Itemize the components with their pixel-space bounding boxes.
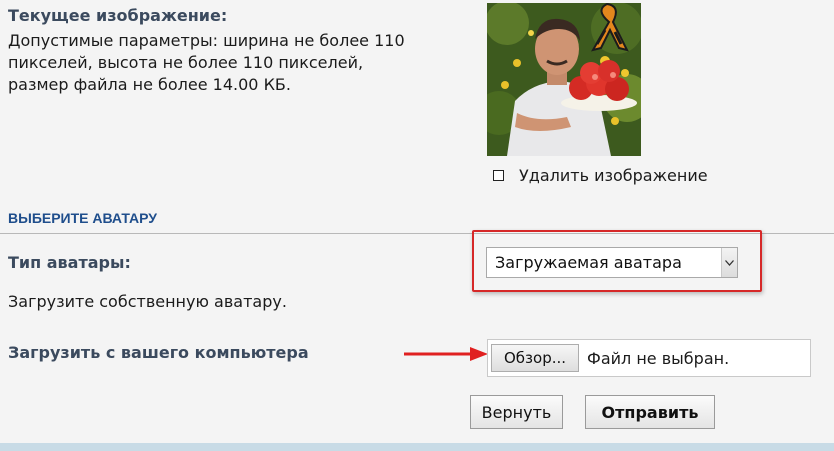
upload-label: Загрузить с вашего компьютера <box>8 343 309 362</box>
current-image-title: Текущее изображение: <box>8 6 228 25</box>
reset-button[interactable]: Вернуть <box>470 395 563 429</box>
image-requirements: Допустимые параметры: ширина не более 11… <box>8 30 478 96</box>
delete-image-checkbox[interactable] <box>493 170 504 181</box>
chevron-down-icon[interactable] <box>721 248 737 277</box>
requirements-line: размер файла не более 14.00 КБ. <box>8 75 291 94</box>
red-arrow-right-icon <box>402 344 492 364</box>
section-title: ВЫБЕРИТЕ АВАТАРУ <box>8 210 157 226</box>
avatar-type-label: Тип аватары: <box>8 253 131 272</box>
submit-button[interactable]: Отправить <box>585 395 715 429</box>
avatar-type-select[interactable]: Загружаемая аватара <box>486 247 738 278</box>
delete-image-label: Удалить изображение <box>519 166 708 185</box>
avatar-type-value: Загружаемая аватара <box>495 253 682 272</box>
upload-hint: Загрузите собственную аватару. <box>8 292 287 311</box>
requirements-line: Допустимые параметры: ширина не более 11… <box>8 31 405 50</box>
footer-bar <box>0 443 834 451</box>
browse-button[interactable]: Обзор... <box>491 344 580 372</box>
file-status: Файл не выбран. <box>587 348 730 368</box>
file-input[interactable]: Обзор... Файл не выбран. <box>487 339 811 377</box>
delete-image-row[interactable]: Удалить изображение <box>493 166 708 185</box>
requirements-line: пикселей, высота не более 110 пикселей, <box>8 53 364 72</box>
st-george-ribbon-icon <box>585 2 635 54</box>
